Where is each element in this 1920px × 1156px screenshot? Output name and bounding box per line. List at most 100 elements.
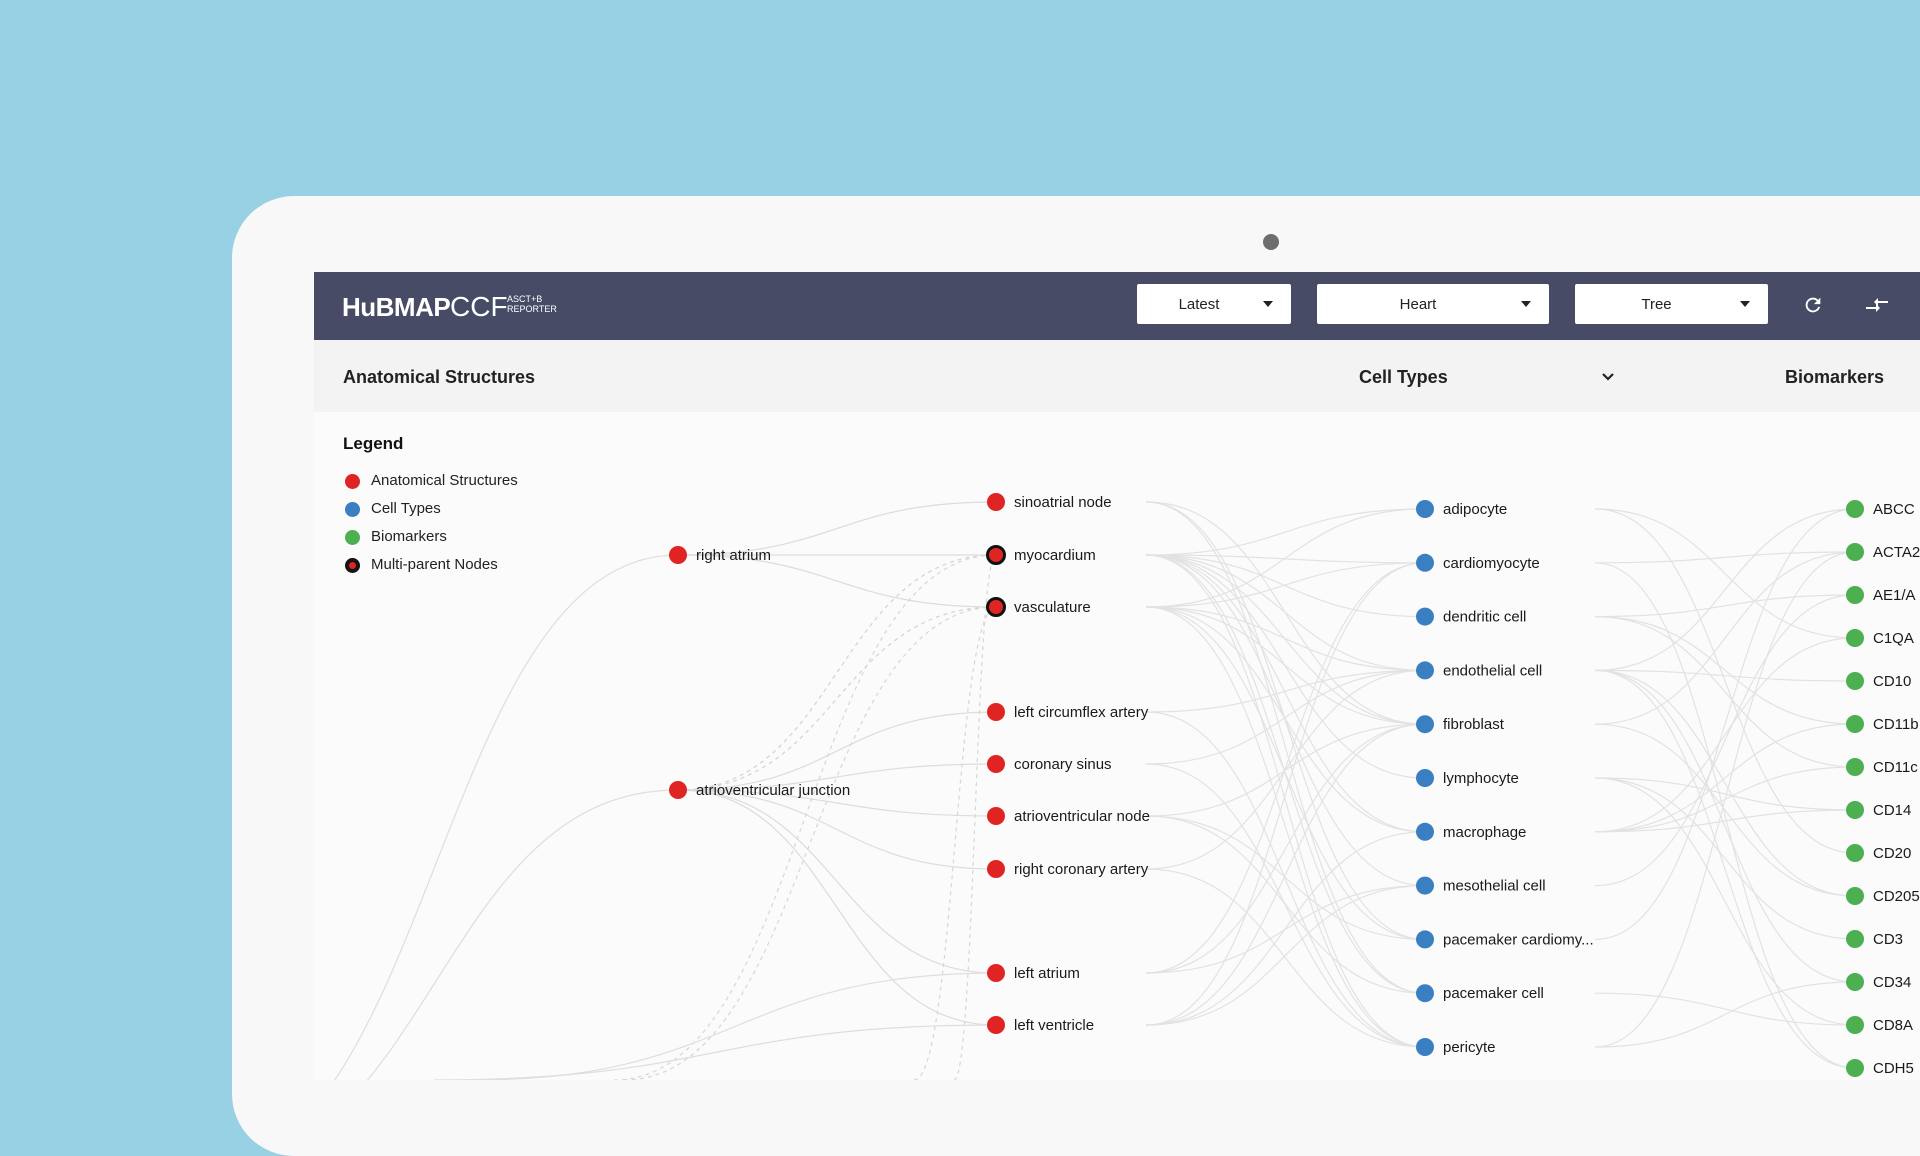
anatomical-node[interactable]: sinoatrial node: [987, 493, 1112, 511]
anatomical-node-label: sinoatrial node: [1014, 494, 1112, 511]
cell-type-node-dot[interactable]: [1416, 553, 1434, 572]
cell-type-node[interactable]: endothelial cell: [1416, 661, 1542, 680]
cell-type-node-dot[interactable]: [1416, 822, 1434, 841]
anatomical-node[interactable]: right atrium: [669, 546, 771, 564]
biomarker-node-label: ACTA2: [1873, 544, 1920, 561]
biomarker-node[interactable]: CD8A: [1846, 1016, 1913, 1034]
tree-link-l2-cell: [1145, 669, 1426, 713]
biomarker-node-dot[interactable]: [1846, 758, 1864, 776]
cell-type-node-dot[interactable]: [1416, 715, 1434, 734]
legend-dot-biomarkers: [345, 530, 360, 545]
cell-type-node-dot[interactable]: [1416, 769, 1434, 787]
biomarker-node[interactable]: AE1/A: [1846, 586, 1916, 604]
anatomical-node-dot[interactable]: [987, 755, 1005, 773]
cell-type-node[interactable]: adipocyte: [1416, 500, 1507, 518]
cell-type-node[interactable]: dendritic cell: [1416, 607, 1526, 626]
tree-link-l2-cell: [1145, 723, 1426, 974]
cell-type-node-dot[interactable]: [1416, 984, 1434, 1003]
biomarker-node-dot[interactable]: [1846, 715, 1864, 733]
anatomical-node-dot[interactable]: [987, 807, 1005, 825]
biomarker-node-label: CD14: [1873, 802, 1911, 819]
graph-links: [333, 501, 1856, 1080]
cell-type-node[interactable]: fibroblast: [1416, 715, 1505, 734]
cell-type-node-dot[interactable]: [1416, 500, 1434, 518]
tree-link-l1-l2: [677, 789, 997, 870]
anatomical-node[interactable]: left atrium: [987, 964, 1080, 982]
anatomical-node[interactable]: left circumflex artery: [987, 703, 1149, 721]
cell-type-node[interactable]: lymphocyte: [1416, 769, 1519, 787]
cell-type-node-dot[interactable]: [1416, 930, 1434, 949]
tree-link-l2-cell: [1145, 763, 1426, 1048]
multi-parent-node-dot[interactable]: [986, 545, 1006, 565]
tree-link-l2-cell: [1145, 711, 1426, 1048]
biomarker-node-dot[interactable]: [1846, 887, 1864, 905]
biomarker-node-dot[interactable]: [1846, 629, 1864, 647]
tree-link-l2-cell: [1145, 815, 1426, 940]
biomarker-node[interactable]: CD11b: [1846, 715, 1919, 733]
biomarker-node-dot[interactable]: [1846, 973, 1864, 991]
multi-parent-node[interactable]: myocardium: [986, 545, 1096, 565]
biomarker-node[interactable]: CD10: [1846, 672, 1911, 690]
biomarker-node-dot[interactable]: [1846, 500, 1864, 518]
biomarker-node-label: ABCC: [1873, 501, 1915, 518]
anatomical-node[interactable]: atrioventricular node: [987, 807, 1150, 825]
biomarker-node[interactable]: CDH5: [1846, 1059, 1914, 1077]
anatomical-node-dot[interactable]: [669, 781, 687, 799]
cell-type-node-dot[interactable]: [1416, 876, 1434, 895]
biomarker-node-dot[interactable]: [1846, 1016, 1864, 1034]
legend-label: Multi-parent Nodes: [371, 556, 498, 573]
biomarker-node[interactable]: CD11c: [1846, 758, 1918, 776]
biomarker-node[interactable]: ACTA2: [1846, 543, 1920, 561]
biomarker-node[interactable]: CD3: [1846, 930, 1903, 948]
cell-type-node-dot[interactable]: [1416, 661, 1434, 680]
tree-link-root: [366, 789, 679, 1080]
multi-parent-node-label: vasculature: [1014, 599, 1091, 616]
app-screen: HuBMAP CCF ASCT+B REPORTER Latest Heart …: [314, 272, 1920, 1080]
biomarker-node-dot[interactable]: [1846, 1059, 1864, 1077]
multi-parent-node[interactable]: vasculature: [986, 597, 1091, 617]
biomarker-node-dot[interactable]: [1846, 543, 1864, 561]
cell-type-node-label: cardiomyocyte: [1443, 555, 1540, 572]
cell-type-node[interactable]: pericyte: [1416, 1038, 1496, 1056]
biomarker-node[interactable]: CD14: [1846, 801, 1911, 819]
legend-label: Anatomical Structures: [371, 472, 518, 489]
biomarker-node[interactable]: CD205: [1846, 887, 1920, 905]
anatomical-node-dot[interactable]: [987, 964, 1005, 982]
cell-type-node[interactable]: pacemaker cell: [1416, 984, 1544, 1003]
anatomical-node-dot[interactable]: [987, 493, 1005, 511]
anatomical-node[interactable]: coronary sinus: [987, 755, 1112, 773]
cell-type-node[interactable]: macrophage: [1416, 822, 1526, 841]
tree-link-l2-cell: [1145, 606, 1426, 940]
cell-type-node-label: pericyte: [1443, 1039, 1496, 1056]
biomarker-node-dot[interactable]: [1846, 672, 1864, 690]
biomarker-node-label: CD205: [1873, 888, 1920, 905]
anatomical-node-dot[interactable]: [987, 860, 1005, 878]
anatomical-node[interactable]: right coronary artery: [987, 860, 1149, 878]
biomarker-node[interactable]: CD34: [1846, 973, 1911, 991]
biomarker-node[interactable]: C1QA: [1846, 629, 1914, 647]
anatomical-node-label: right atrium: [696, 547, 771, 564]
biomarker-node-dot[interactable]: [1846, 930, 1864, 948]
legend-label: Biomarkers: [371, 528, 447, 545]
cell-type-node[interactable]: mesothelial cell: [1416, 876, 1546, 895]
anatomical-node-label: left ventricle: [1014, 1017, 1094, 1034]
anatomical-node-dot[interactable]: [669, 546, 687, 564]
biomarker-node-dot[interactable]: [1846, 844, 1864, 862]
biomarker-node[interactable]: CD20: [1846, 844, 1911, 862]
anatomical-node-dot[interactable]: [987, 1016, 1005, 1034]
cell-type-node-dot[interactable]: [1416, 1038, 1434, 1056]
tree-link-l2-cell: [1145, 508, 1426, 556]
tree-link-l2-cell: [1145, 831, 1426, 1026]
anatomical-node-dot[interactable]: [987, 703, 1005, 721]
biomarker-node-dot[interactable]: [1846, 801, 1864, 819]
multi-parent-node-dot[interactable]: [986, 597, 1006, 617]
biomarker-node-label: CD20: [1873, 845, 1911, 862]
anatomical-node[interactable]: atrioventricular junction: [669, 781, 850, 799]
camera-dot: [1263, 234, 1279, 250]
cell-type-node[interactable]: pacemaker cardiomy...: [1416, 930, 1594, 949]
biomarker-node[interactable]: ABCC: [1846, 500, 1915, 518]
biomarker-node-dot[interactable]: [1846, 586, 1864, 604]
cell-type-node[interactable]: cardiomyocyte: [1416, 553, 1540, 572]
cell-type-node-dot[interactable]: [1416, 607, 1434, 626]
anatomical-node[interactable]: left ventricle: [987, 1016, 1094, 1034]
